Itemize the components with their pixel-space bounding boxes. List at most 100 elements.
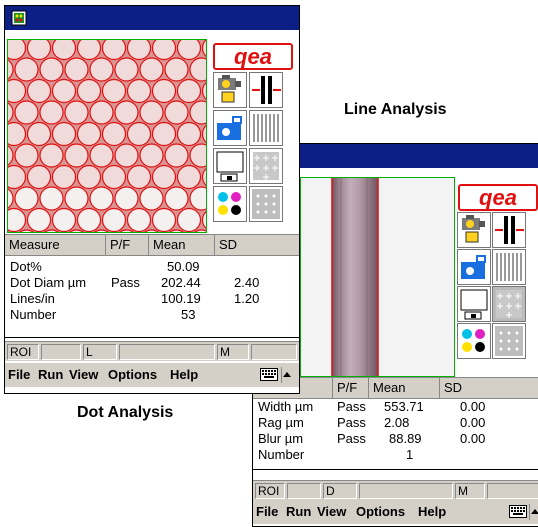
cmyk-button[interactable] — [213, 186, 247, 222]
status-blank-2 — [119, 344, 215, 360]
measured-dot — [26, 121, 52, 147]
menu-options[interactable]: Options — [108, 363, 157, 387]
measured-dot — [8, 164, 27, 190]
menu-options[interactable]: Options — [356, 500, 405, 524]
table-row: Number 53 — [10, 307, 290, 323]
line-arrows-icon — [252, 76, 281, 104]
dot-analysis-caption: Dot Analysis — [77, 404, 174, 421]
vertical-lines-button[interactable] — [249, 110, 283, 146]
measured-dot — [201, 81, 206, 101]
measured-dot — [126, 207, 152, 232]
print-button[interactable] — [213, 148, 247, 184]
status-m: M — [217, 344, 249, 360]
line-tool-button[interactable] — [249, 72, 283, 108]
column-header-sd[interactable]: SD — [215, 235, 299, 255]
camera-button[interactable] — [457, 212, 491, 248]
up-arrow-icon[interactable] — [281, 367, 291, 383]
measured-dot — [8, 102, 14, 123]
measured-dot — [114, 143, 139, 168]
measured-dot — [139, 57, 164, 82]
measure-cell: Dot% — [10, 259, 42, 274]
menu-help[interactable]: Help — [418, 500, 446, 524]
column-header-mean[interactable]: Mean — [369, 378, 440, 398]
column-header-pf[interactable]: P/F — [106, 235, 149, 255]
measured-dot — [114, 100, 139, 125]
print-button[interactable] — [457, 286, 491, 322]
line-image-canvas[interactable] — [300, 177, 455, 377]
measured-dot — [89, 143, 114, 168]
camera-icon — [462, 215, 485, 243]
status-roi[interactable]: ROI — [7, 344, 39, 360]
pf-cell: Pass — [337, 431, 366, 446]
menu-run[interactable]: Run — [38, 363, 63, 387]
status-roi[interactable]: ROI — [255, 483, 285, 499]
status-blank-3 — [487, 483, 538, 499]
camera-icon — [218, 75, 241, 103]
measured-dot — [14, 57, 39, 82]
measured-dot — [39, 57, 64, 82]
dot-grid-plus-button[interactable] — [492, 286, 526, 322]
snapshot-camera-icon — [461, 255, 486, 279]
dot-grid-plus-button[interactable] — [249, 148, 283, 184]
dot-grid-plus-icon — [253, 152, 279, 180]
measured-dot — [8, 78, 27, 104]
mean-cell: 53 — [181, 307, 196, 322]
line-tool-button[interactable] — [492, 212, 526, 248]
dot-grid-button[interactable] — [492, 323, 526, 359]
menu-file[interactable]: File — [8, 363, 30, 387]
column-header-mean[interactable]: Mean — [149, 235, 215, 255]
measured-dot — [139, 186, 164, 211]
table-row: Dot% 50.09 — [10, 259, 290, 275]
measured-dot — [26, 207, 52, 232]
measured-dot — [164, 186, 189, 211]
dot-results-table: Dot% 50.09 Dot Diam µm Pass 202.44 2.40 … — [5, 257, 299, 338]
print-page-icon — [216, 151, 244, 182]
column-header-pf[interactable]: P/F — [333, 378, 369, 398]
cmyk-button[interactable] — [457, 323, 491, 359]
menu-help[interactable]: Help — [170, 363, 198, 387]
vertical-lines-button[interactable] — [492, 249, 526, 285]
line-arrows-icon — [495, 216, 524, 244]
measured-dot — [101, 164, 127, 190]
measure-cell: Dot Diam µm — [10, 275, 87, 290]
snapshot-button[interactable] — [457, 249, 491, 285]
measured-dot — [164, 57, 189, 82]
dot-analysis-window: qea Measure P/F Mean SD Dot% 50.09 Dot D… — [4, 5, 300, 394]
dot-grid-icon — [495, 326, 523, 356]
print-page-icon — [460, 289, 488, 320]
line-analysis-caption: Line Analysis — [344, 101, 447, 118]
mean-cell: 2.08 — [384, 415, 410, 430]
sd-cell: 0.00 — [460, 399, 486, 414]
keyboard-icon[interactable] — [509, 505, 527, 518]
measured-dot — [176, 40, 202, 61]
mean-cell: 1 — [406, 447, 414, 462]
dot-grid-button[interactable] — [249, 186, 283, 222]
menu-view[interactable]: View — [69, 363, 98, 387]
column-header-sd[interactable]: SD — [440, 378, 538, 398]
measured-dot — [114, 57, 139, 82]
measured-dot — [64, 186, 89, 211]
measured-dot — [201, 210, 206, 230]
mean-cell: 88.89 — [389, 431, 422, 446]
measured-dot — [39, 186, 64, 211]
sd-cell: 1.20 — [234, 291, 260, 306]
mean-cell: 202.44 — [161, 275, 201, 290]
measured-dot — [76, 207, 102, 232]
column-header-measure[interactable]: Measure — [5, 235, 106, 255]
menu-file[interactable]: File — [256, 500, 278, 524]
traffic-light-icon[interactable] — [11, 10, 27, 26]
measured-dot — [151, 40, 177, 61]
camera-button[interactable] — [213, 72, 247, 108]
up-arrow-icon[interactable] — [529, 504, 538, 520]
measured-dot — [201, 40, 206, 58]
menu-run[interactable]: Run — [286, 500, 311, 524]
keyboard-icon[interactable] — [260, 368, 278, 381]
snapshot-button[interactable] — [213, 110, 247, 146]
dot-results-header: Measure P/F Mean SD — [5, 234, 299, 256]
qea-logo: qea — [213, 43, 293, 70]
dot-image-canvas[interactable] — [7, 39, 207, 233]
menu-view[interactable]: View — [317, 500, 346, 524]
vertical-lines-icon — [496, 253, 522, 281]
measured-dot — [51, 121, 77, 147]
measured-dot — [39, 100, 64, 125]
